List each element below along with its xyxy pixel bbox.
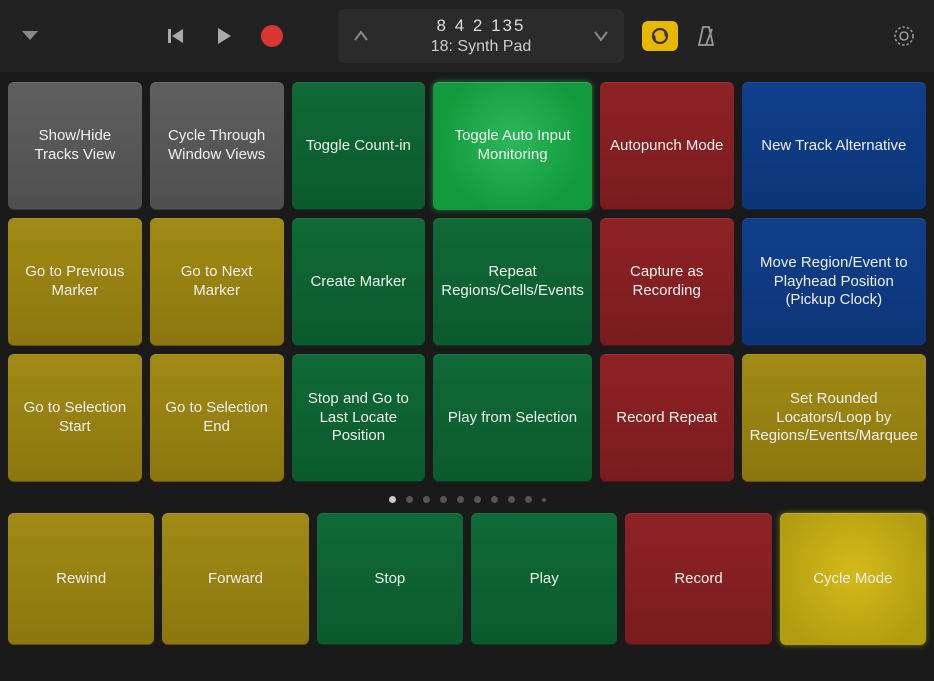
cycle-mode-button[interactable]: Cycle Mode [780, 513, 926, 645]
stop-go-to-last-locate[interactable]: Stop and Go to Last Locate Position [292, 354, 426, 482]
page-dot[interactable] [406, 496, 413, 503]
toolbar: 8 4 2 135 18: Synth Pad [0, 0, 934, 72]
new-track-alternative[interactable]: New Track Alternative [742, 82, 926, 210]
cycle-toggle-icon[interactable] [642, 21, 678, 51]
page-dot[interactable] [423, 496, 430, 503]
display-center[interactable]: 8 4 2 135 18: Synth Pad [374, 16, 588, 56]
play-button[interactable]: Play [471, 513, 617, 645]
rewind-button[interactable]: Rewind [8, 513, 154, 645]
page-dot[interactable] [525, 496, 532, 503]
page-dot[interactable] [457, 496, 464, 503]
page-dots[interactable] [0, 482, 934, 513]
page-dot[interactable] [389, 496, 396, 503]
record-icon[interactable] [252, 16, 292, 56]
metronome-icon[interactable] [686, 24, 726, 48]
transport-row: RewindForwardStopPlayRecordCycle Mode [0, 513, 934, 653]
page-dot[interactable] [474, 496, 481, 503]
forward-button[interactable]: Forward [162, 513, 308, 645]
create-marker[interactable]: Create Marker [292, 218, 426, 346]
toggle-auto-input-monitoring[interactable]: Toggle Auto Input Monitoring [433, 82, 592, 210]
set-rounded-locators[interactable]: Set Rounded Locators/Loop by Regions/Eve… [742, 354, 926, 482]
display-position: 8 4 2 135 [374, 16, 588, 36]
display-prev-icon[interactable] [348, 30, 374, 42]
page-dot[interactable] [440, 496, 447, 503]
stop-button[interactable]: Stop [317, 513, 463, 645]
repeat-regions-cells-events[interactable]: Repeat Regions/Cells/Events [433, 218, 592, 346]
show-hide-tracks-view[interactable]: Show/Hide Tracks View [8, 82, 142, 210]
capture-as-recording[interactable]: Capture as Recording [600, 218, 734, 346]
page-dot[interactable] [542, 498, 546, 502]
page-dot[interactable] [491, 496, 498, 503]
key-command-grid: Show/Hide Tracks ViewCycle Through Windo… [0, 72, 934, 482]
display-track: 18: Synth Pad [374, 38, 588, 56]
toggle-count-in[interactable]: Toggle Count-in [292, 82, 426, 210]
play-from-selection[interactable]: Play from Selection [433, 354, 592, 482]
page-dot[interactable] [508, 496, 515, 503]
go-to-selection-start[interactable]: Go to Selection Start [8, 354, 142, 482]
settings-gear-icon[interactable] [884, 23, 924, 49]
go-to-selection-end[interactable]: Go to Selection End [150, 354, 284, 482]
record-button[interactable]: Record [625, 513, 771, 645]
move-region-to-playhead[interactable]: Move Region/Event to Playhead Position (… [742, 218, 926, 346]
record-repeat[interactable]: Record Repeat [600, 354, 734, 482]
autopunch-mode[interactable]: Autopunch Mode [600, 82, 734, 210]
play-icon[interactable] [204, 16, 244, 56]
go-to-previous-marker[interactable]: Go to Previous Marker [8, 218, 142, 346]
go-to-next-marker[interactable]: Go to Next Marker [150, 218, 284, 346]
display-next-icon[interactable] [588, 30, 614, 42]
menu-dropdown-icon[interactable] [10, 16, 50, 56]
skip-back-icon[interactable] [156, 16, 196, 56]
lcd-display: 8 4 2 135 18: Synth Pad [338, 9, 624, 63]
cycle-through-window-views[interactable]: Cycle Through Window Views [150, 82, 284, 210]
